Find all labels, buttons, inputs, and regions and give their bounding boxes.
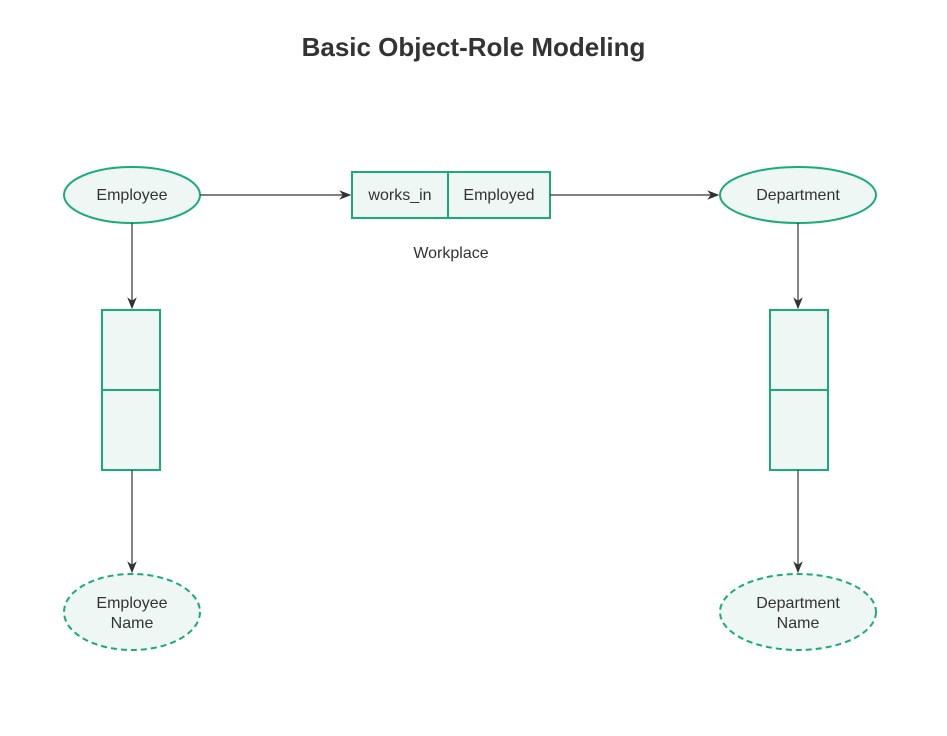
role-department-has-2: [770, 390, 828, 470]
value-employee-name-l2: Name: [111, 615, 154, 632]
role-department-has-1: [770, 310, 828, 390]
value-employee-name-l1: Employee: [96, 595, 167, 612]
value-department-name-l1: Department: [756, 595, 840, 612]
fact-workplace-label: Workplace: [413, 245, 488, 262]
role-employed-label: Employed: [463, 187, 534, 204]
value-department-name-l2: Name: [777, 615, 820, 632]
role-employee-has-2: [102, 390, 160, 470]
role-employee-has-1: [102, 310, 160, 390]
role-works-in-label: works_in: [367, 187, 431, 204]
entity-employee-label: Employee: [96, 187, 167, 204]
entity-department-label: Department: [756, 187, 840, 204]
orm-diagram-canvas: Employee Department works_in Employed Wo…: [0, 0, 947, 736]
